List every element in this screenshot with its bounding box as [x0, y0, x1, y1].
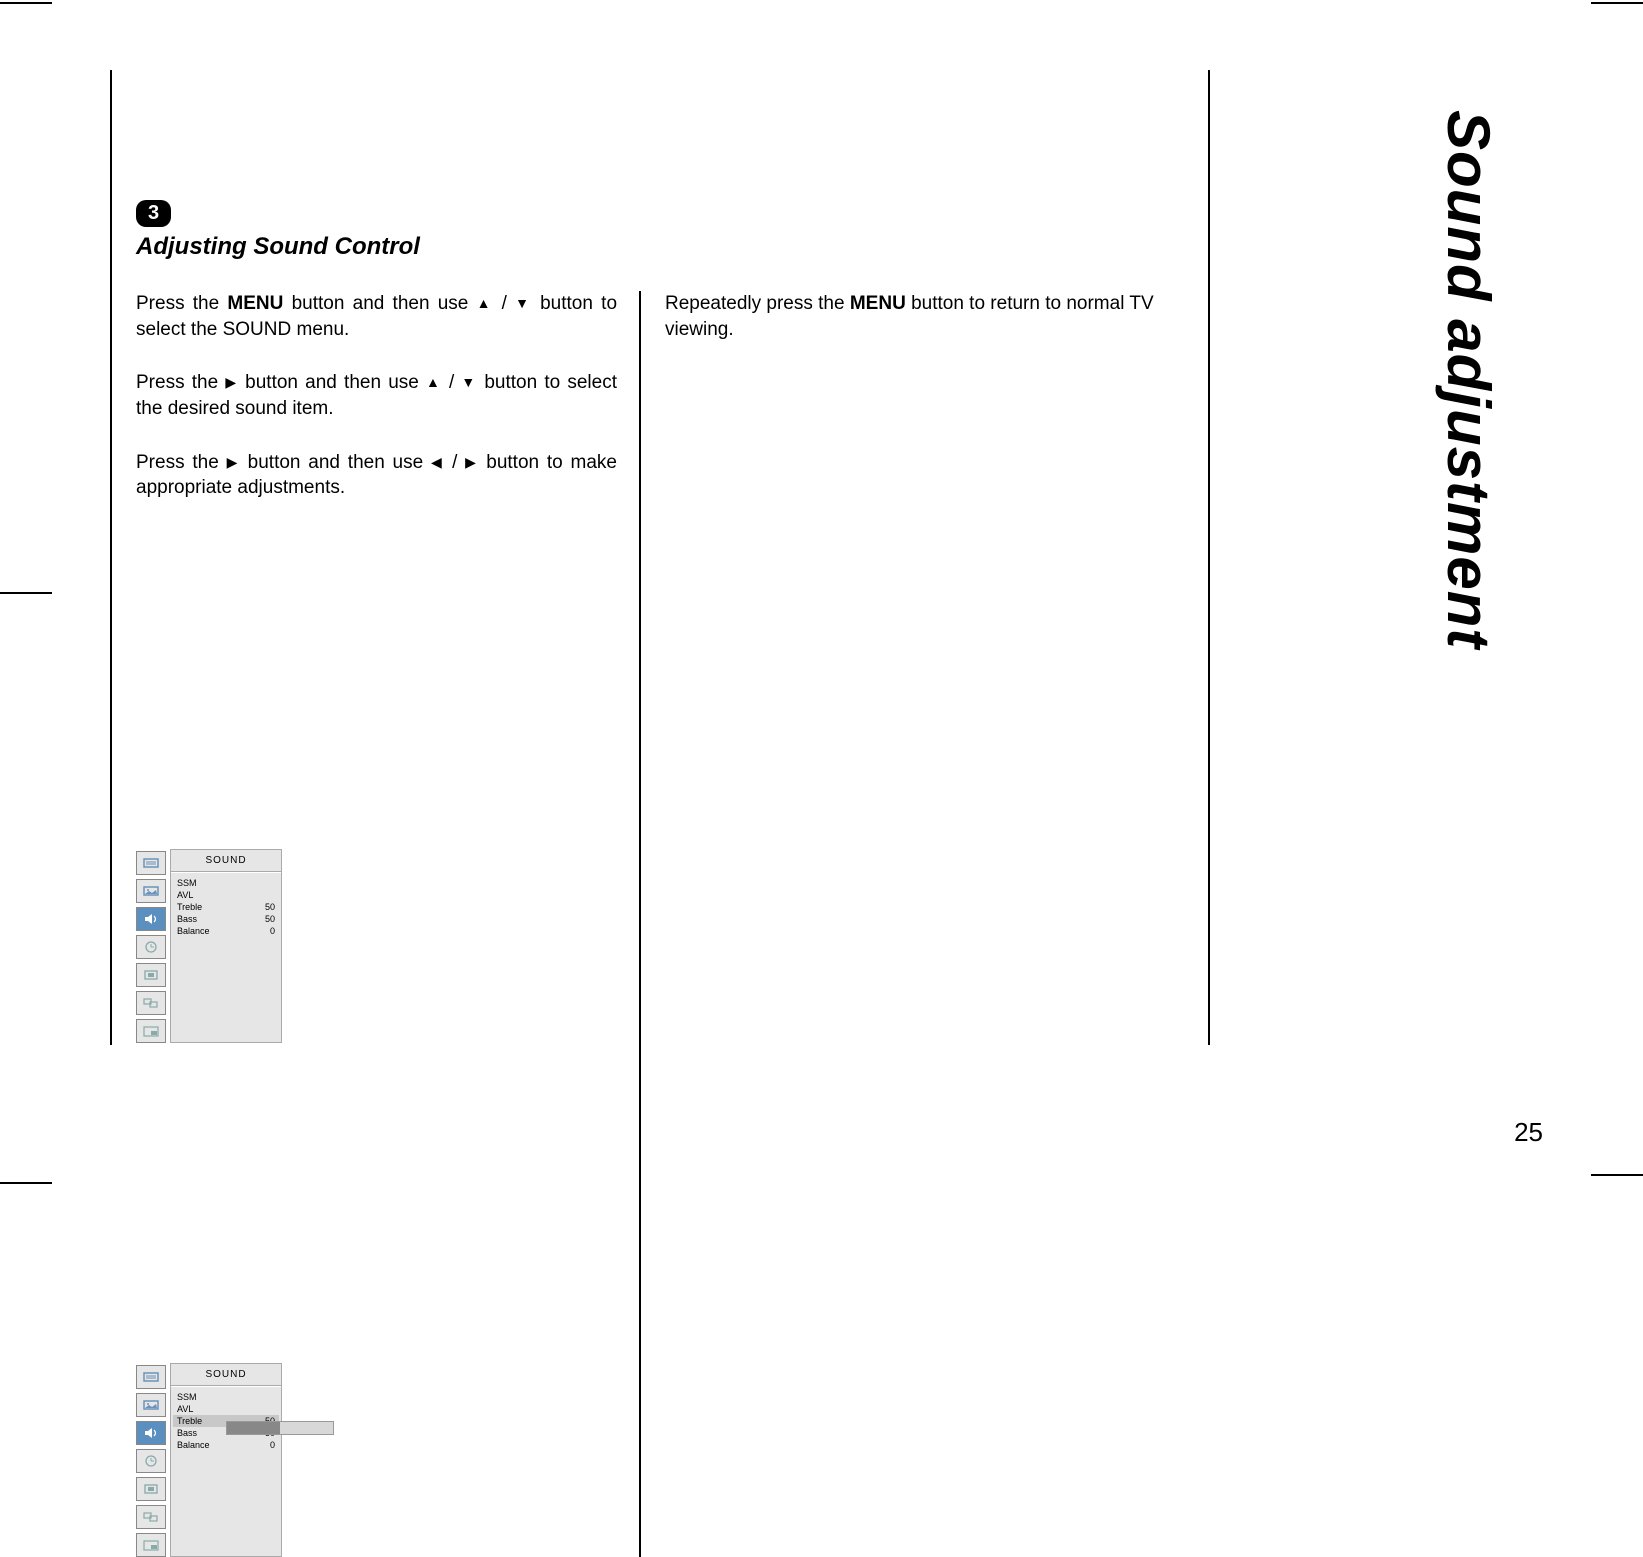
right-column: Repeatedly press the MENU button to retu… — [665, 291, 1170, 1557]
screen-icon — [136, 991, 166, 1015]
menu-item: AVL — [177, 1403, 275, 1415]
special-icon — [136, 963, 166, 987]
instruction-3: Press the ▶ button and then use ◀ / ▶ bu… — [136, 450, 617, 501]
sound-icon — [136, 1421, 166, 1445]
right-triangle-icon: ▶ — [225, 374, 238, 390]
menu-item: Balance0 — [177, 925, 275, 937]
special-icon — [136, 1477, 166, 1501]
menu-icon-column — [136, 849, 166, 1043]
instruction-4: Repeatedly press the MENU button to retu… — [665, 291, 1170, 342]
menu-title: SOUND — [171, 850, 281, 872]
section-title: Adjusting Sound Control — [136, 233, 1178, 261]
up-triangle-icon: ▲ — [477, 295, 494, 311]
side-title: Sound adjustment — [1434, 110, 1503, 649]
up-triangle-icon: ▲ — [426, 374, 442, 390]
screen-icon — [136, 1505, 166, 1529]
station-icon — [136, 851, 166, 875]
menu-item: Balance0 — [177, 1439, 275, 1451]
right-triangle-icon: ▶ — [465, 454, 478, 470]
time-icon — [136, 935, 166, 959]
menu-icon-column — [136, 1363, 166, 1557]
menu-item: SSM — [177, 1391, 275, 1403]
right-triangle-icon: ▶ — [227, 454, 240, 470]
down-triangle-icon: ▼ — [515, 295, 532, 311]
instruction-1: Press the MENU button and then use ▲ / ▼… — [136, 291, 617, 342]
pip-icon — [136, 1533, 166, 1557]
page-number: 25 — [1514, 1117, 1543, 1148]
osd-menu-2: SOUND SSM AVL Treble50 Bass50 Balance0 — [136, 1363, 282, 1557]
main-content: 3 Adjusting Sound Control Press the MENU… — [110, 70, 1210, 1045]
menu-item: Bass50 — [177, 913, 275, 925]
menu-item: AVL — [177, 889, 275, 901]
picture-icon — [136, 1393, 166, 1417]
menu-item: Treble50 — [177, 901, 275, 913]
sound-icon — [136, 907, 166, 931]
menu-panel: SOUND SSM AVL Treble50 Bass50 Balance0 — [170, 1363, 282, 1557]
instruction-2: Press the ▶ button and then use ▲ / ▼ bu… — [136, 370, 617, 421]
menu-title: SOUND — [171, 1364, 281, 1386]
pip-icon — [136, 1019, 166, 1043]
picture-icon — [136, 879, 166, 903]
step-badge: 3 — [136, 200, 171, 227]
down-triangle-icon: ▼ — [461, 374, 477, 390]
menu-item: SSM — [177, 877, 275, 889]
left-column: Press the MENU button and then use ▲ / ▼… — [136, 291, 641, 1557]
osd-menu-1: SOUND SSM AVL Treble50 Bass50 Balance0 — [136, 849, 282, 1043]
left-triangle-icon: ◀ — [431, 454, 444, 470]
station-icon — [136, 1365, 166, 1389]
slider-bar — [226, 1421, 334, 1435]
menu-panel: SOUND SSM AVL Treble50 Bass50 Balance0 — [170, 849, 282, 1043]
time-icon — [136, 1449, 166, 1473]
